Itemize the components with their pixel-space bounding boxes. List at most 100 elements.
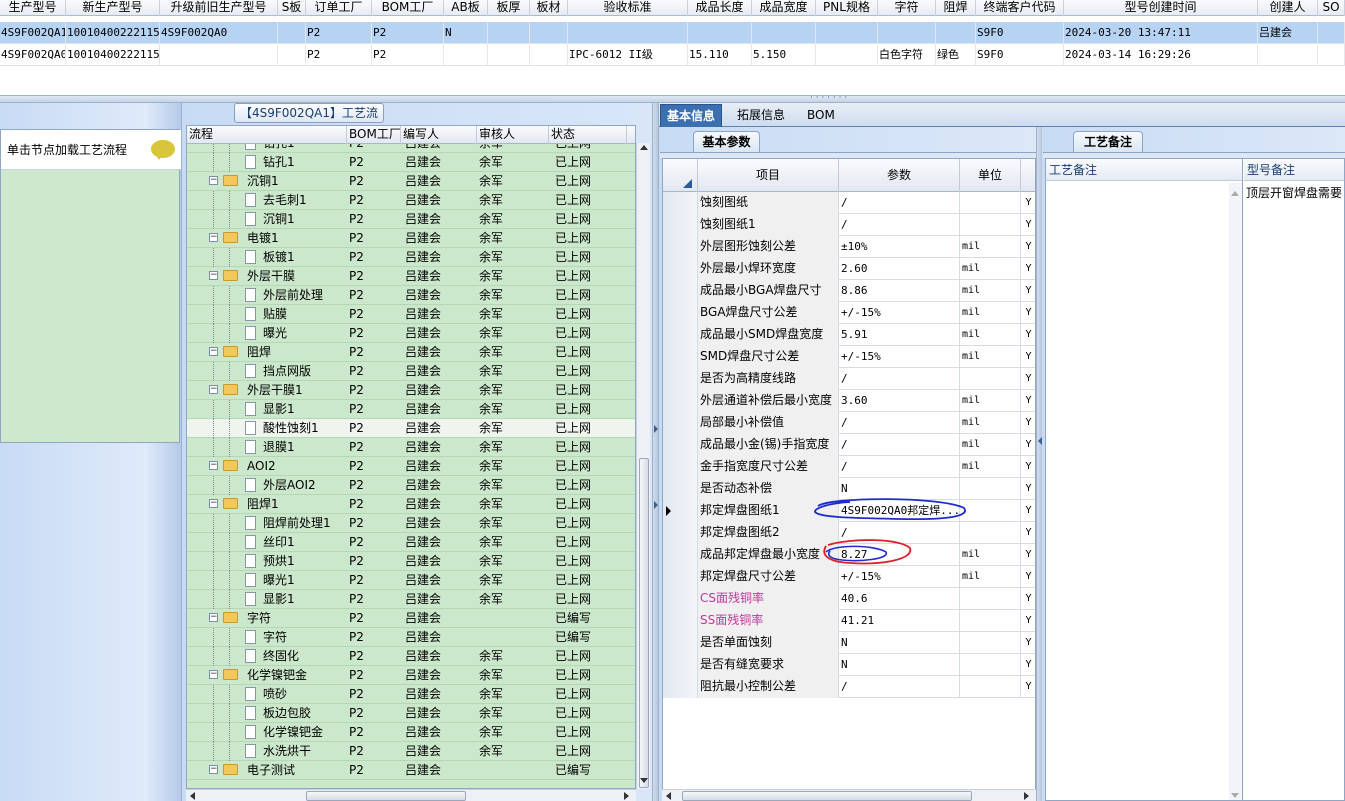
collapse-node-icon[interactable]: −: [209, 613, 218, 622]
process-tree-row[interactable]: 预烘1 P2 吕建会 余军 已上网: [187, 552, 635, 571]
col-header-8[interactable]: 板材: [530, 0, 568, 16]
row-indicator[interactable]: [663, 610, 698, 632]
process-tree-row[interactable]: 板边包胶 P2 吕建会 余军 已上网: [187, 704, 635, 723]
tree-vertical-scrollbar[interactable]: [636, 143, 650, 789]
row-indicator[interactable]: [663, 368, 698, 390]
param-row[interactable]: 邦定焊盘图纸1 4S9F002QA0邦定焊... Y: [663, 500, 1035, 522]
col-extra[interactable]: [627, 126, 635, 144]
process-tree-row[interactable]: − 电子测试 P2 吕建会 已编写: [187, 761, 635, 780]
scroll-left-icon[interactable]: [190, 792, 195, 800]
param-value[interactable]: 2.60: [839, 258, 960, 280]
col-header-14[interactable]: 阻焊: [936, 0, 976, 16]
row-indicator[interactable]: [663, 214, 698, 236]
col-reviewer[interactable]: 审核人: [477, 126, 549, 144]
process-notes-textarea[interactable]: [1046, 182, 1229, 800]
param-row[interactable]: 蚀刻图纸1/ Y: [663, 214, 1035, 236]
param-value[interactable]: N: [839, 632, 960, 654]
col-header-12[interactable]: PNL规格: [816, 0, 878, 16]
row-indicator[interactable]: [663, 434, 698, 456]
param-row[interactable]: 金手指宽度尺寸公差 / mil Y: [663, 456, 1035, 478]
row-indicator[interactable]: [663, 280, 698, 302]
process-tree-row[interactable]: 贴膜 P2 吕建会 余军 已上网: [187, 305, 635, 324]
col-item[interactable]: 项目: [698, 159, 839, 192]
col-header-0[interactable]: 生产型号: [0, 0, 66, 16]
param-row[interactable]: 局部最小补偿值 / mil Y: [663, 412, 1035, 434]
param-value[interactable]: 8.86: [839, 280, 960, 302]
process-tree-row[interactable]: − 阻焊1 P2 吕建会 余军 已上网: [187, 495, 635, 514]
tree-horizontal-scrollbar[interactable]: [186, 789, 636, 801]
process-tree-row[interactable]: 阻焊前处理1 P2 吕建会 余军 已上网: [187, 514, 635, 533]
collapse-node-icon[interactable]: −: [209, 499, 218, 508]
col-header-10[interactable]: 成品长度: [688, 0, 752, 16]
col-flag[interactable]: [1021, 159, 1035, 192]
row-indicator[interactable]: [663, 324, 698, 346]
process-tree-row[interactable]: − 外层干膜 P2 吕建会 余军 已上网: [187, 267, 635, 286]
param-row[interactable]: 成品最小金(锡)手指宽度 / mil Y: [663, 434, 1035, 456]
param-row[interactable]: 阻抗最小控制公差 / Y: [663, 676, 1035, 698]
col-header-15[interactable]: 终端客户代码: [976, 0, 1064, 16]
row-indicator[interactable]: [663, 390, 698, 412]
row-indicator[interactable]: [663, 302, 698, 324]
tab-basic-info[interactable]: 基本信息: [660, 104, 723, 127]
middle-splitter[interactable]: [652, 103, 659, 801]
collapse-node-icon[interactable]: −: [209, 271, 218, 280]
param-value[interactable]: /: [839, 456, 960, 478]
param-value[interactable]: 5.91: [839, 324, 960, 346]
process-tree-row[interactable]: 钻孔1P2吕建会余军已上网: [187, 144, 635, 153]
row-indicator[interactable]: [663, 192, 698, 214]
param-row[interactable]: 外层最小焊环宽度 2.60 mil Y: [663, 258, 1035, 280]
process-tree-row[interactable]: 挡点网版 P2 吕建会 余军 已上网: [187, 362, 635, 381]
process-tree-row[interactable]: 外层前处理 P2 吕建会 余军 已上网: [187, 286, 635, 305]
param-row[interactable]: SMD焊盘尺寸公差 +/-15% mil Y: [663, 346, 1035, 368]
process-tree-row[interactable]: 化学镍钯金 P2 吕建会 余军 已上网: [187, 723, 635, 742]
collapse-node-icon[interactable]: −: [209, 385, 218, 394]
process-tree-row[interactable]: 沉铜1 P2 吕建会 余军 已上网: [187, 210, 635, 229]
horizontal-splitter[interactable]: · · · · · · ·: [0, 94, 1345, 103]
param-row[interactable]: 邦定焊盘尺寸公差 +/-15% mil Y: [663, 566, 1035, 588]
row-indicator[interactable]: [663, 632, 698, 654]
param-value[interactable]: ±10%: [839, 236, 960, 258]
select-all-corner[interactable]: [663, 159, 698, 192]
collapse-node-icon[interactable]: −: [209, 347, 218, 356]
col-header-1[interactable]: 新生产型号: [66, 0, 160, 16]
row-indicator[interactable]: [663, 588, 698, 610]
process-tree-row[interactable]: 显影1 P2 吕建会 余军 已上网: [187, 590, 635, 609]
notes-scrollbar[interactable]: [1229, 183, 1242, 800]
process-tree-row[interactable]: 退膜1 P2 吕建会 余军 已上网: [187, 438, 635, 457]
params-horizontal-scrollbar[interactable]: [662, 789, 1036, 801]
row-indicator[interactable]: [663, 478, 698, 500]
process-tree-row[interactable]: 板镀1 P2 吕建会 余军 已上网: [187, 248, 635, 267]
scroll-up-icon[interactable]: [640, 145, 648, 150]
col-header-4[interactable]: 订单工厂: [306, 0, 372, 16]
process-tree-row[interactable]: 字符 P2 吕建会 已编写: [187, 628, 635, 647]
process-tree-row[interactable]: 丝印1 P2 吕建会 余军 已上网: [187, 533, 635, 552]
param-value[interactable]: 41.21: [839, 610, 960, 632]
param-value[interactable]: /: [839, 214, 960, 236]
process-tree-row[interactable]: 钻孔1P2吕建会余军已上网: [187, 153, 635, 172]
param-row[interactable]: 是否动态补偿 N Y: [663, 478, 1035, 500]
param-row[interactable]: BGA焊盘尺寸公差 +/-15% mil Y: [663, 302, 1035, 324]
param-row[interactable]: CS面残铜率 40.6 Y: [663, 588, 1035, 610]
collapse-node-icon[interactable]: −: [209, 233, 218, 242]
scroll-right-icon[interactable]: [624, 792, 629, 800]
param-value[interactable]: 40.6: [839, 588, 960, 610]
collapse-node-icon[interactable]: −: [209, 765, 218, 774]
col-header-5[interactable]: BOM工厂: [372, 0, 444, 16]
tab-bom[interactable]: BOM: [801, 104, 841, 127]
row-indicator[interactable]: [663, 456, 698, 478]
row-indicator[interactable]: [663, 522, 698, 544]
param-row[interactable]: SS面残铜率 41.21 Y: [663, 610, 1035, 632]
col-header-3[interactable]: S板: [278, 0, 306, 16]
row-indicator[interactable]: [663, 412, 698, 434]
col-header-6[interactable]: AB板: [444, 0, 488, 16]
param-row[interactable]: 蚀刻图纸 / Y: [663, 192, 1035, 214]
notes-scroll-up-icon[interactable]: [1231, 191, 1239, 196]
col-header-18[interactable]: SO: [1318, 0, 1345, 16]
col-header-17[interactable]: 创建人: [1258, 0, 1318, 16]
param-row[interactable]: 是否为高精度线路 / Y: [663, 368, 1035, 390]
process-tree-row[interactable]: − 沉铜1 P2 吕建会 余军 已上网: [187, 172, 635, 191]
col-author[interactable]: 编写人: [401, 126, 477, 144]
param-value[interactable]: 4S9F002QA0邦定焊...: [839, 500, 960, 522]
col-unit[interactable]: 单位: [960, 159, 1021, 192]
row-indicator[interactable]: [663, 654, 698, 676]
